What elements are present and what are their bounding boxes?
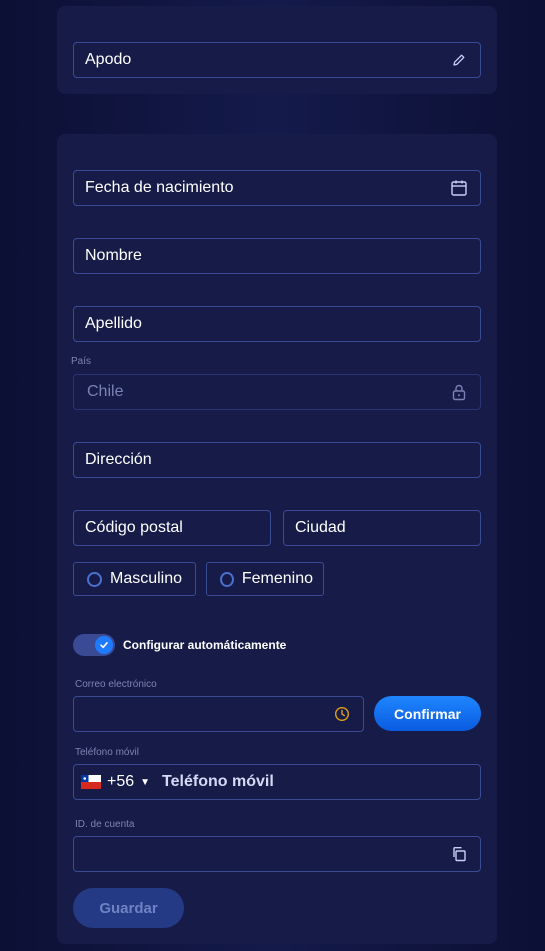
clock-icon: [332, 704, 352, 724]
city-field[interactable]: Ciudad: [283, 510, 481, 546]
city-label: Ciudad: [295, 519, 346, 536]
auto-config-toggle[interactable]: [73, 634, 115, 656]
last-name-label: Apellido: [85, 315, 142, 332]
copy-icon[interactable]: [449, 844, 469, 864]
account-id-field: [73, 836, 481, 872]
confirm-email-button[interactable]: Confirmar: [374, 696, 481, 731]
last-name-field[interactable]: Apellido: [73, 306, 481, 342]
first-name-label: Nombre: [85, 247, 142, 264]
gender-option-label: Masculino: [110, 570, 183, 587]
postal-code-field[interactable]: Código postal: [73, 510, 271, 546]
gender-option-label: Femenino: [241, 570, 313, 587]
birthdate-label: Fecha de nacimiento: [85, 179, 234, 196]
pencil-icon[interactable]: [449, 50, 469, 70]
radio-button[interactable]: [87, 571, 102, 587]
postal-code-label: Código postal: [85, 519, 183, 536]
lock-icon: [449, 382, 469, 402]
address-label: Dirección: [85, 451, 152, 468]
chevron-down-icon[interactable]: ▼: [140, 777, 150, 788]
phone-caption: Teléfono móvil: [75, 747, 139, 758]
nickname-label: Apodo: [85, 51, 132, 68]
address-field[interactable]: Dirección: [73, 442, 481, 478]
birthdate-field[interactable]: Fecha de nacimiento: [73, 170, 481, 206]
nickname-card: Apodo: [57, 6, 497, 94]
calendar-icon[interactable]: [449, 178, 469, 198]
country-caption: País: [71, 356, 92, 367]
country-field: Chile: [73, 374, 481, 410]
chile-flag-icon[interactable]: [81, 775, 101, 789]
gender-option-female[interactable]: Femenino: [206, 562, 324, 596]
phone-country-code[interactable]: +56: [107, 773, 134, 791]
phone-input[interactable]: Teléfono móvil: [162, 773, 274, 791]
country-value: Chile: [87, 383, 124, 400]
nickname-field[interactable]: Apodo: [73, 42, 481, 78]
gender-option-male[interactable]: Masculino: [73, 562, 196, 596]
radio-button[interactable]: [220, 571, 234, 587]
profile-form-card: Fecha de nacimiento Nombre Apellido País…: [57, 134, 497, 944]
check-icon: [95, 636, 113, 654]
save-button[interactable]: Guardar: [73, 888, 184, 928]
phone-field[interactable]: +56 ▼ Teléfono móvil: [73, 764, 481, 800]
first-name-field[interactable]: Nombre: [73, 238, 481, 274]
account-id-caption: ID. de cuenta: [75, 819, 135, 830]
auto-config-label: Configurar automáticamente: [123, 638, 287, 652]
email-field[interactable]: [73, 696, 364, 732]
email-caption: Correo electrónico: [75, 679, 157, 690]
